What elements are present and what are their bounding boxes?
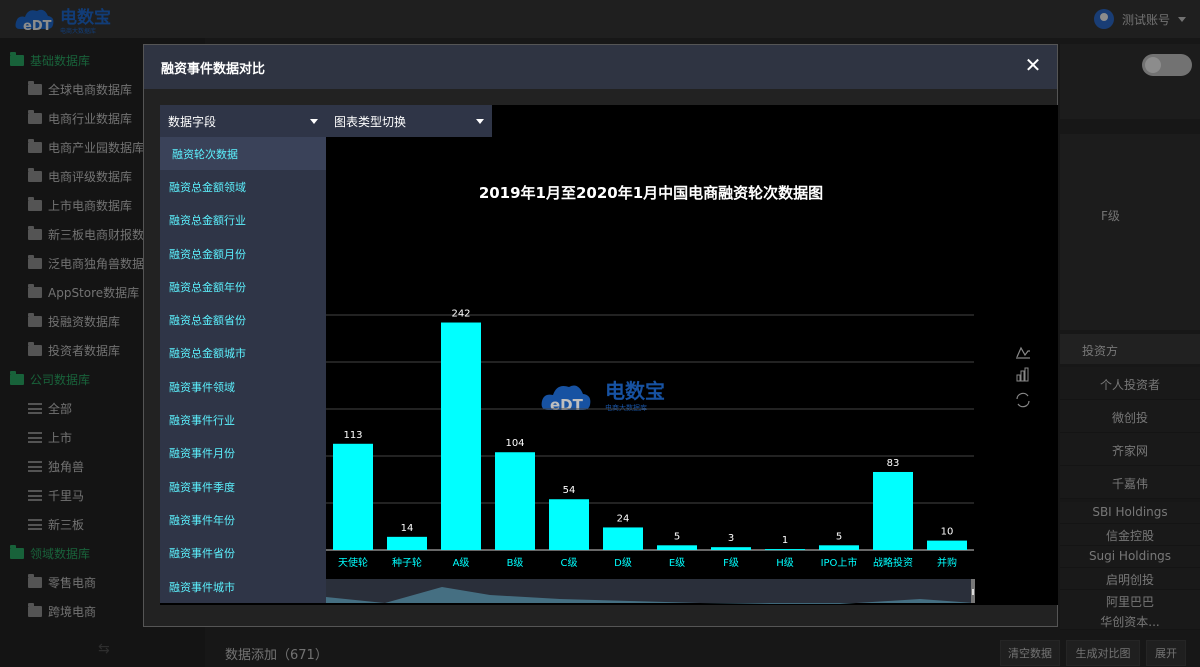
- data-label: 3: [728, 533, 734, 544]
- bar[interactable]: [765, 549, 805, 551]
- data-label: 10: [941, 527, 954, 538]
- x-tick-label: F级: [723, 557, 739, 569]
- x-tick-label: 种子轮: [392, 556, 422, 569]
- modal-title: 融资事件数据对比: [161, 62, 266, 77]
- bar[interactable]: [603, 527, 643, 550]
- menu-item[interactable]: 融资总金额城市: [160, 337, 326, 370]
- data-label: 104: [505, 438, 524, 449]
- menu-item[interactable]: 融资事件省份: [160, 537, 326, 570]
- data-zoom-slider[interactable]: [326, 579, 975, 604]
- menu-item[interactable]: 融资事件城市: [160, 570, 326, 603]
- menu-item[interactable]: 融资总金额领域: [160, 170, 326, 203]
- menu-item[interactable]: 融资事件季度: [160, 470, 326, 503]
- bar[interactable]: [495, 452, 535, 550]
- x-tick-label: C级: [561, 557, 578, 569]
- chart-toolbox: [1016, 346, 1030, 408]
- data-label: 242: [451, 309, 470, 320]
- data-label: 113: [343, 430, 362, 441]
- svg-text:eDT: eDT: [550, 396, 584, 414]
- x-tick-label: B级: [507, 557, 524, 569]
- data-label: 24: [617, 513, 630, 524]
- menu-item[interactable]: 融资事件年份: [160, 503, 326, 536]
- modal-header: 融资事件数据对比 ✕: [144, 45, 1057, 89]
- compare-modal: 融资事件数据对比 ✕ eDT 电数宝 电商大数据库 2019年1月至2020年1…: [143, 44, 1058, 627]
- bar[interactable]: [927, 540, 967, 550]
- x-tick-label: 战略投资: [873, 556, 913, 569]
- chart-type-dropdown-label: 图表类型切换: [334, 114, 407, 129]
- data-label: 5: [836, 531, 842, 542]
- data-field-dropdown-label: 数据字段: [168, 114, 217, 129]
- data-label: 1: [782, 535, 788, 546]
- bar[interactable]: [549, 499, 589, 550]
- data-label: 5: [674, 531, 680, 542]
- close-icon[interactable]: ✕: [1023, 55, 1043, 75]
- bar[interactable]: [441, 322, 481, 550]
- watermark-main-text: 电数宝: [605, 379, 665, 403]
- watermark-sub-text: 电商大数据库: [605, 403, 647, 412]
- data-label: 54: [563, 485, 576, 496]
- x-tick-label: E级: [669, 557, 685, 569]
- bar[interactable]: [333, 443, 373, 550]
- x-tick-label: 并购: [937, 556, 957, 569]
- bar[interactable]: [873, 471, 913, 550]
- x-tick-label: 天使轮: [338, 556, 368, 569]
- x-tick-label: IPO上市: [821, 556, 858, 569]
- x-tick-label: D级: [614, 557, 632, 569]
- menu-item[interactable]: 融资事件月份: [160, 437, 326, 470]
- bar[interactable]: [819, 545, 859, 550]
- data-field-menu: 融资轮次数据 融资总金额领域 融资总金额行业 融资总金额月份 融资总金额年份 融资总金额省…: [160, 137, 326, 603]
- refresh-icon[interactable]: [1016, 392, 1030, 408]
- bar[interactable]: [657, 545, 697, 550]
- modal-body: eDT 电数宝 电商大数据库 2019年1月至2020年1月中国电商融资轮次数据…: [160, 105, 1058, 605]
- bar[interactable]: [387, 536, 427, 550]
- line-chart-icon[interactable]: [1016, 346, 1030, 359]
- chevron-down-icon: [310, 119, 318, 124]
- chevron-down-icon: [476, 119, 484, 124]
- menu-item[interactable]: 融资总金额月份: [160, 237, 326, 270]
- data-label: 83: [887, 458, 900, 469]
- data-label: 14: [401, 523, 414, 534]
- x-tick-label: H级: [776, 557, 794, 569]
- menu-item[interactable]: 融资轮次数据: [160, 137, 326, 171]
- x-tick-label: A级: [453, 557, 470, 569]
- menu-item[interactable]: 融资总金额省份: [160, 303, 326, 336]
- chart-type-dropdown[interactable]: 图表类型切换: [326, 105, 492, 137]
- bar-chart-icon[interactable]: [1016, 367, 1029, 382]
- menu-item[interactable]: 融资事件行业: [160, 403, 326, 436]
- data-field-dropdown[interactable]: 数据字段: [160, 105, 326, 137]
- bar[interactable]: [711, 547, 751, 550]
- menu-item[interactable]: 融资总金额年份: [160, 270, 326, 303]
- chart-title: 2019年1月至2020年1月中国电商融资轮次数据图: [479, 184, 823, 202]
- menu-item[interactable]: 融资事件领域: [160, 370, 326, 403]
- menu-item[interactable]: 融资总金额行业: [160, 204, 326, 237]
